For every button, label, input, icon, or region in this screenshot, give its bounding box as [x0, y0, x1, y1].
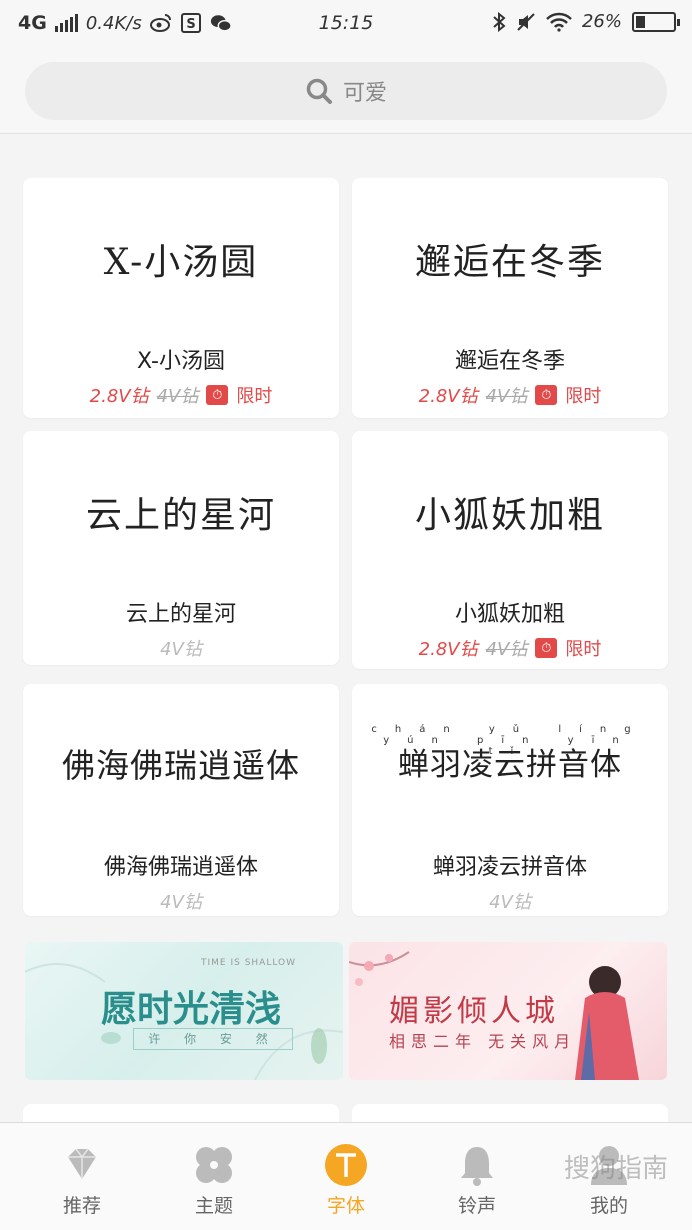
price-row: 2.8V钻 4V钻 ⏱ 限时	[352, 382, 668, 408]
banner-subtitle: 相思二年 无关风月	[389, 1032, 577, 1051]
banner-english: TIME IS SHALLOW	[201, 958, 297, 968]
banner-subtitle: 许 你 安 然	[133, 1028, 293, 1050]
original-price: 4V钻	[485, 386, 528, 407]
original-price: 4V钻	[485, 639, 528, 660]
nav-theme[interactable]: 主题	[145, 1123, 283, 1230]
nav-label: 我的	[589, 1195, 628, 1217]
original-price: 4V钻	[156, 386, 199, 407]
sale-price: 2.8V钻	[418, 386, 478, 407]
wifi-icon	[546, 12, 572, 32]
mute-icon	[517, 12, 535, 31]
diamond-icon	[68, 1148, 96, 1179]
status-bar: 4G 0.4K/s S 15:15 26%	[0, 0, 692, 50]
banner-title: 媚影倾人城	[389, 994, 559, 1029]
sale-price: 2.8V钻	[89, 386, 149, 407]
font-t-icon	[325, 1144, 367, 1186]
font-card-xiaohuyao[interactable]: 小狐妖加粗 小狐妖加粗 2.8V钻 4V钻 ⏱ 限时	[352, 431, 668, 669]
font-name: 小狐妖加粗	[454, 602, 565, 627]
search-bar[interactable]: 可爱	[25, 62, 667, 120]
banner-meiying[interactable]: 媚影倾人城 相思二年 无关风月	[349, 942, 667, 1080]
watermark: 搜狗指南	[564, 1148, 668, 1185]
battery-percent: 26%	[581, 11, 622, 32]
banner-shiguang[interactable]: TIME IS SHALLOW 愿时光清浅 许 你 安 然	[25, 942, 343, 1080]
font-name: X-小汤圆	[137, 349, 225, 374]
price-row: 2.8V钻 4V钻 ⏱ 限时	[23, 382, 339, 408]
battery-icon	[632, 11, 680, 32]
search-placeholder: 可爱	[342, 81, 387, 106]
price-row: 2.8V钻 4V钻 ⏱ 限时	[352, 635, 668, 661]
pinwheel-icon	[196, 1147, 232, 1183]
search-header: 可爱	[0, 50, 692, 134]
nav-label: 主题	[194, 1195, 233, 1217]
font-card-xiehou[interactable]: 邂逅在冬季 邂逅在冬季 2.8V钻 4V钻 ⏱ 限时	[352, 178, 668, 418]
sale-price: 2.8V钻	[418, 639, 478, 660]
limited-badge: 限时	[565, 639, 602, 660]
nav-ringtone[interactable]: 铃声	[408, 1123, 546, 1230]
font-preview: 云上的星河	[85, 495, 276, 536]
nav-label: 字体	[326, 1195, 365, 1217]
search-icon	[306, 78, 332, 104]
font-card-chanyu[interactable]: chán yǔ líng yún pīn yīn tǐ 蝉羽凌云拼音体 蝉羽凌云…	[352, 684, 668, 916]
nav-label: 推荐	[62, 1195, 101, 1217]
font-card-yunshang[interactable]: 云上的星河 云上的星河 4V钻	[23, 431, 339, 665]
font-card-xiaotangyuan[interactable]: X-小汤圆 X-小汤圆 2.8V钻 4V钻 ⏱ 限时	[23, 178, 339, 418]
font-name: 蝉羽凌云拼音体	[432, 855, 587, 880]
font-card-fohai[interactable]: 佛海佛瑞逍遥体 佛海佛瑞逍遥体 4V钻	[23, 684, 339, 916]
nav-recommend[interactable]: 推荐	[13, 1123, 151, 1230]
font-preview: 邂逅在冬季	[414, 242, 605, 283]
nav-font[interactable]: 字体	[277, 1123, 415, 1230]
price: 4V钻	[160, 639, 202, 660]
timer-icon: ⏱	[535, 385, 558, 405]
bell-icon	[461, 1147, 493, 1186]
nav-label: 铃声	[457, 1195, 496, 1217]
bluetooth-icon	[493, 11, 506, 32]
price: 4V钻	[489, 892, 531, 913]
font-preview: 小狐妖加粗	[414, 495, 605, 536]
font-preview: 佛海佛瑞逍遥体	[62, 746, 300, 785]
limited-badge: 限时	[565, 386, 602, 407]
price-row: 4V钻	[352, 888, 668, 914]
font-name: 佛海佛瑞逍遥体	[103, 855, 258, 880]
font-preview: 蝉羽凌云拼音体	[398, 747, 622, 783]
font-name: 云上的星河	[125, 602, 236, 627]
timer-icon: ⏱	[535, 638, 558, 658]
price: 4V钻	[160, 892, 202, 913]
font-name: 邂逅在冬季	[454, 349, 565, 374]
banner-title: 愿时光清浅	[101, 988, 282, 1030]
timer-icon: ⏱	[206, 385, 229, 405]
font-preview: X-小汤圆	[103, 242, 259, 283]
price-row: 4V钻	[23, 635, 339, 661]
price-row: 4V钻	[23, 888, 339, 914]
watermark-text: 搜狗指南	[563, 1154, 668, 1184]
limited-badge: 限时	[236, 386, 273, 407]
